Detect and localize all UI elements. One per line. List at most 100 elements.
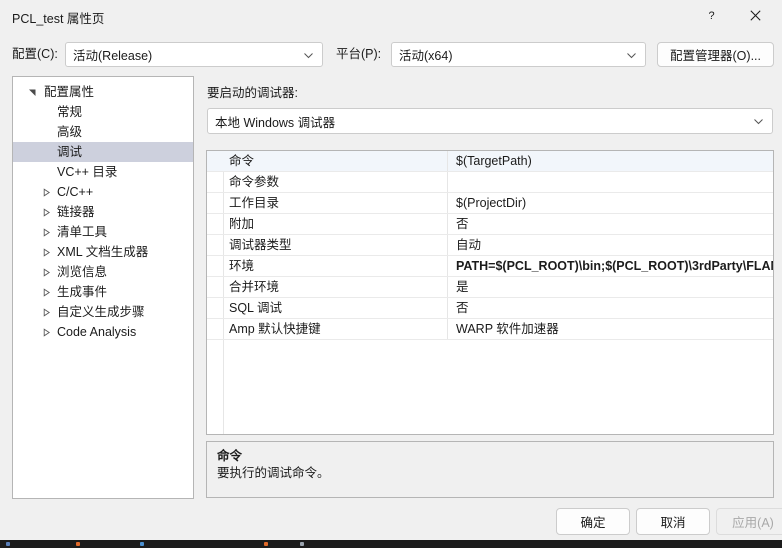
desktop-strip bbox=[0, 540, 782, 548]
tree-item[interactable]: 链接器 bbox=[13, 202, 193, 222]
property-value[interactable]: WARP 软件加速器 bbox=[456, 319, 773, 339]
property-name: 命令 bbox=[229, 154, 255, 168]
debugger-select[interactable]: 本地 Windows 调试器 bbox=[207, 108, 773, 134]
property-value[interactable]: $(ProjectDir) bbox=[456, 193, 773, 213]
property-name: 命令参数 bbox=[229, 175, 280, 189]
tree-item[interactable]: C/C++ bbox=[13, 182, 193, 202]
property-name: 环境 bbox=[229, 259, 255, 273]
property-name: 工作目录 bbox=[229, 196, 280, 210]
tree-item[interactable]: XML 文档生成器 bbox=[13, 242, 193, 262]
property-column-divider bbox=[447, 277, 448, 297]
apply-button: 应用(A) bbox=[716, 508, 782, 535]
property-row[interactable]: 工作目录 $(ProjectDir) bbox=[207, 193, 773, 214]
expander-expanded-icon[interactable] bbox=[25, 82, 39, 102]
cancel-button[interactable]: 取消 bbox=[636, 508, 710, 535]
configuration-manager-button[interactable]: 配置管理器(O)... bbox=[657, 42, 774, 67]
title-bar: PCL_test 属性页 ? bbox=[0, 0, 782, 31]
tree-item[interactable]: 清单工具 bbox=[13, 222, 193, 242]
property-row[interactable]: 附加 否 bbox=[207, 214, 773, 235]
property-grid-panel: 命令 $(TargetPath) 命令参数 工作目录 $(ProjectDir) 附加否调… bbox=[206, 150, 774, 435]
tree-item[interactable]: Code Analysis bbox=[13, 322, 193, 342]
tree-item-label: 自定义生成步骤 bbox=[57, 305, 145, 319]
tree-item-label: 高级 bbox=[57, 125, 83, 139]
description-panel: 命令 要执行的调试命令。 bbox=[206, 441, 774, 498]
tree-item-label: 配置属性 bbox=[44, 85, 95, 99]
tree-item-label: 浏览信息 bbox=[57, 265, 108, 279]
tree-item[interactable]: 配置属性 bbox=[13, 82, 193, 102]
tree-item[interactable]: 自定义生成步骤 bbox=[13, 302, 193, 322]
window-title: PCL_test 属性页 bbox=[12, 12, 105, 26]
property-value[interactable]: 否 bbox=[456, 214, 773, 234]
property-name: 合并环境 bbox=[229, 280, 280, 294]
ok-button[interactable]: 确定 bbox=[556, 508, 630, 535]
expander-collapsed-icon[interactable] bbox=[39, 182, 53, 202]
property-row[interactable]: 命令 $(TargetPath) bbox=[207, 151, 773, 172]
platform-select-value: 活动(x64) bbox=[399, 49, 453, 63]
expander-collapsed-icon[interactable] bbox=[39, 282, 53, 302]
property-row[interactable]: 调试器类型 自动 bbox=[207, 235, 773, 256]
question-mark-icon: ? bbox=[708, 10, 714, 22]
chevron-down-icon bbox=[626, 49, 637, 60]
property-name: 调试器类型 bbox=[229, 238, 292, 252]
tree-item-label: Code Analysis bbox=[57, 325, 137, 339]
property-row[interactable]: SQL 调试 否 bbox=[207, 298, 773, 319]
property-name: 附加 bbox=[229, 217, 255, 231]
description-text: 要执行的调试命令。 bbox=[217, 466, 330, 480]
property-column-divider bbox=[447, 193, 448, 213]
property-column-divider bbox=[447, 319, 448, 339]
tree-item-label: 调试 bbox=[57, 145, 83, 159]
chevron-down-icon bbox=[753, 116, 764, 127]
expander-collapsed-icon[interactable] bbox=[39, 242, 53, 262]
description-title: 命令 bbox=[217, 449, 243, 463]
expander-collapsed-icon[interactable] bbox=[39, 322, 53, 342]
expander-collapsed-icon[interactable] bbox=[39, 222, 53, 242]
debugger-to-launch-label: 要启动的调试器: bbox=[207, 86, 298, 100]
property-grid: 命令 $(TargetPath) 命令参数 工作目录 $(ProjectDir) 附加否调… bbox=[207, 151, 773, 340]
tree-item-label: VC++ 目录 bbox=[57, 165, 118, 179]
property-column-divider bbox=[447, 256, 448, 276]
property-column-divider bbox=[447, 151, 448, 171]
property-value[interactable]: $(TargetPath) bbox=[456, 151, 773, 171]
tree-item-label: 清单工具 bbox=[57, 225, 108, 239]
property-value[interactable]: 自动 bbox=[456, 235, 773, 255]
tree-item[interactable]: 生成事件 bbox=[13, 282, 193, 302]
tree-item[interactable]: 高级 bbox=[13, 122, 193, 142]
close-icon bbox=[749, 10, 761, 21]
expander-collapsed-icon[interactable] bbox=[39, 302, 53, 322]
property-row[interactable]: 合并环境 是 bbox=[207, 277, 773, 298]
property-column-divider bbox=[447, 298, 448, 318]
property-tree-panel: 配置属性常规高级调试 VC++ 目录 C/C++ 链接器清单工具 XML 文档生成器 浏览… bbox=[12, 76, 194, 499]
tree-item[interactable]: VC++ 目录 bbox=[13, 162, 193, 182]
property-tree: 配置属性常规高级调试 VC++ 目录 C/C++ 链接器清单工具 XML 文档生成器 浏览… bbox=[13, 77, 193, 342]
property-pages-dialog: PCL_test 属性页 ? 配置(C): 平台(P): 活动(Release)… bbox=[0, 0, 782, 540]
property-value[interactable]: PATH=$(PCL_ROOT)\bin;$(PCL_ROOT)\3rdPart… bbox=[456, 256, 773, 276]
configuration-select-value: 活动(Release) bbox=[73, 49, 153, 63]
tree-item[interactable]: 调试 bbox=[13, 142, 193, 162]
property-row[interactable]: 命令参数 bbox=[207, 172, 773, 193]
svg-text:?: ? bbox=[708, 10, 714, 22]
tree-item-label: 链接器 bbox=[57, 205, 95, 219]
property-column-divider bbox=[447, 214, 448, 234]
close-button[interactable] bbox=[734, 0, 776, 31]
property-value[interactable]: 否 bbox=[456, 298, 773, 318]
platform-label: 平台(P): bbox=[336, 47, 382, 61]
tree-item[interactable]: 浏览信息 bbox=[13, 262, 193, 282]
chevron-down-icon bbox=[303, 49, 314, 60]
configuration-select[interactable]: 活动(Release) bbox=[65, 42, 323, 67]
configuration-label: 配置(C): bbox=[12, 47, 58, 61]
tree-item-label: C/C++ bbox=[57, 185, 94, 199]
property-name: SQL 调试 bbox=[229, 301, 283, 315]
tree-item[interactable]: 常规 bbox=[13, 102, 193, 122]
property-row[interactable]: Amp 默认快捷键 WARP 软件加速器 bbox=[207, 319, 773, 340]
debugger-select-value: 本地 Windows 调试器 bbox=[215, 115, 336, 130]
property-row[interactable]: 环境 PATH=$(PCL_ROOT)\bin;$(PCL_ROOT)\3rdPa… bbox=[207, 256, 773, 277]
property-value[interactable]: 是 bbox=[456, 277, 773, 297]
platform-select[interactable]: 活动(x64) bbox=[391, 42, 646, 67]
property-column-divider bbox=[447, 172, 448, 192]
help-button[interactable]: ? bbox=[690, 0, 732, 31]
tree-item-label: XML 文档生成器 bbox=[57, 245, 149, 259]
property-name: Amp 默认快捷键 bbox=[229, 322, 321, 336]
expander-collapsed-icon[interactable] bbox=[39, 202, 53, 222]
tree-item-label: 常规 bbox=[57, 105, 83, 119]
expander-collapsed-icon[interactable] bbox=[39, 262, 53, 282]
